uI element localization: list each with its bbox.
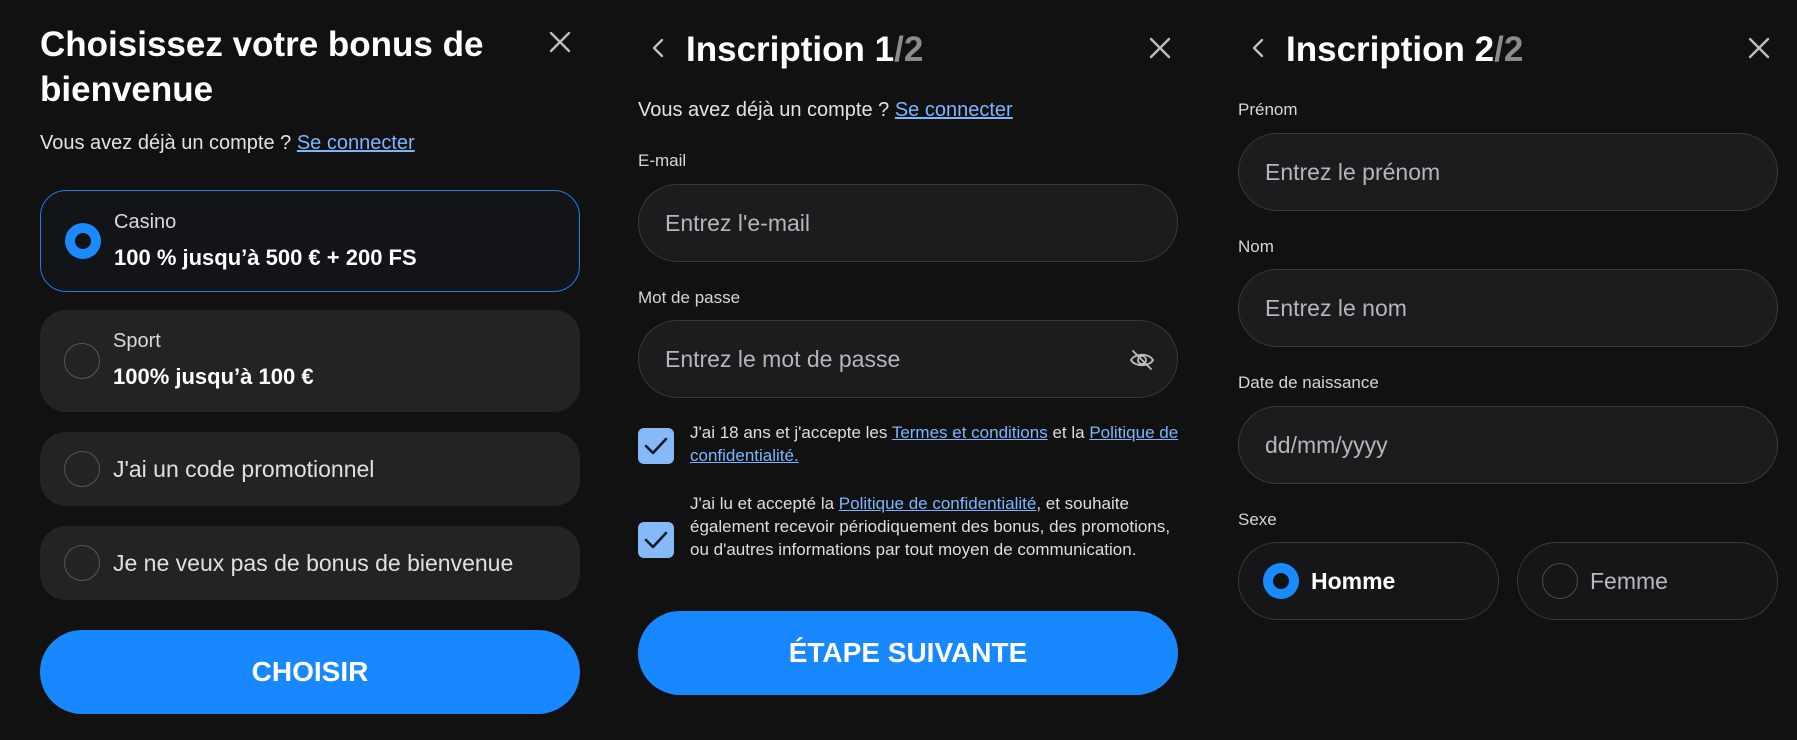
- radio-unselected[interactable]: [64, 545, 100, 581]
- terms-link[interactable]: Termes et conditions: [892, 423, 1048, 442]
- password-input[interactable]: [639, 321, 1177, 397]
- radio-unselected[interactable]: [1542, 563, 1578, 599]
- close-button[interactable]: [540, 22, 580, 62]
- close-icon: [1149, 37, 1171, 59]
- next-step-button[interactable]: ÉTAPE SUIVANTE: [638, 611, 1178, 695]
- eye-off-icon: [1129, 350, 1155, 370]
- account-prompt: Vous avez déjà un compte ? Se connecter: [40, 132, 415, 154]
- chevron-left-icon: [1252, 38, 1264, 58]
- terms-text: J'ai 18 ans et j'accepte les Termes et c…: [690, 423, 1179, 465]
- radio-unselected[interactable]: [64, 451, 100, 487]
- password-field[interactable]: [638, 320, 1178, 398]
- bonus-option-no-bonus[interactable]: Je ne veux pas de bonus de bienvenue: [40, 526, 580, 600]
- radio-selected[interactable]: [65, 223, 101, 259]
- lastname-field[interactable]: [1238, 269, 1778, 347]
- firstname-label: Prénom: [1238, 100, 1298, 119]
- bonus-option-sport[interactable]: Sport 100% jusqu’à 100 €: [40, 310, 580, 412]
- close-icon: [1748, 37, 1770, 59]
- radio-selected[interactable]: [1263, 563, 1299, 599]
- option-label: Casino: [114, 211, 177, 233]
- back-button[interactable]: [644, 28, 672, 68]
- login-link[interactable]: Se connecter: [297, 132, 415, 154]
- toggle-password-visibility[interactable]: [1129, 347, 1155, 373]
- terms-checkbox[interactable]: [638, 428, 674, 464]
- checkmark-icon: [644, 437, 668, 455]
- choose-button[interactable]: CHOISIR: [40, 630, 580, 714]
- chevron-left-icon: [652, 38, 664, 58]
- account-prompt: Vous avez déjà un compte ? Se connecter: [638, 99, 1013, 121]
- sex-option-femme[interactable]: Femme: [1517, 542, 1778, 620]
- close-button[interactable]: [1140, 28, 1180, 68]
- sex-option-homme[interactable]: Homme: [1238, 542, 1499, 620]
- firstname-field[interactable]: [1238, 133, 1778, 211]
- page-title: Inscription 2/2: [1286, 30, 1524, 69]
- email-input[interactable]: [639, 185, 1177, 261]
- page-title: Inscription 1/2: [686, 30, 924, 69]
- privacy-link[interactable]: Politique de confidentialité: [839, 494, 1037, 513]
- firstname-input[interactable]: [1239, 134, 1777, 210]
- birthdate-label: Date de naissance: [1238, 373, 1379, 392]
- back-button[interactable]: [1244, 28, 1272, 68]
- radio-unselected[interactable]: [64, 343, 100, 379]
- birthdate-field[interactable]: [1238, 406, 1778, 484]
- marketing-checkbox[interactable]: [638, 522, 674, 558]
- email-label: E-mail: [638, 151, 687, 170]
- bonus-panel: Choisissez votre bonus de bienvenue Vous…: [40, 0, 580, 740]
- lastname-input[interactable]: [1239, 270, 1777, 346]
- signup-step1-panel: Inscription 1/2 Vous avez déjà un compte…: [638, 0, 1178, 740]
- login-link[interactable]: Se connecter: [895, 99, 1013, 121]
- lastname-label: Nom: [1238, 237, 1274, 256]
- option-value: 100 % jusqu’à 500 € + 200 FS: [114, 245, 417, 270]
- option-value: 100% jusqu’à 100 €: [113, 364, 314, 389]
- sex-label: Sexe: [1238, 510, 1277, 529]
- bonus-title: Choisissez votre bonus de bienvenue: [40, 25, 484, 109]
- option-label: Je ne veux pas de bonus de bienvenue: [113, 550, 514, 576]
- close-icon: [549, 31, 571, 53]
- sex-option-label: Femme: [1590, 568, 1668, 594]
- checkmark-icon: [644, 531, 668, 549]
- option-label: Sport: [113, 330, 161, 352]
- bonus-option-casino[interactable]: Casino 100 % jusqu’à 500 € + 200 FS: [40, 190, 580, 292]
- close-button[interactable]: [1739, 28, 1779, 68]
- marketing-text: J'ai lu et accepté la Politique de confi…: [690, 494, 1171, 559]
- option-label: J'ai un code promotionnel: [113, 456, 375, 482]
- signup-step2-panel: Inscription 2/2 Prénom Nom Date de naiss…: [1238, 0, 1778, 740]
- email-field[interactable]: [638, 184, 1178, 262]
- password-label: Mot de passe: [638, 288, 741, 307]
- sex-option-label: Homme: [1311, 568, 1396, 594]
- birthdate-input[interactable]: [1239, 407, 1777, 483]
- bonus-option-promo-code[interactable]: J'ai un code promotionnel: [40, 432, 580, 506]
